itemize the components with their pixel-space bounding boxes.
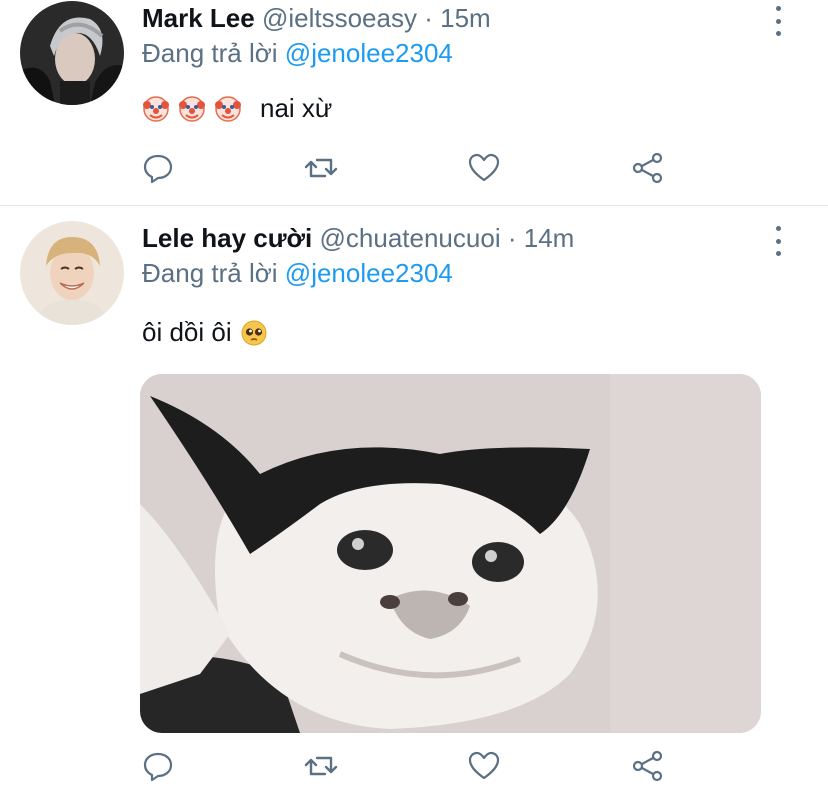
replying-to: Đang trả lời @jenolee2304 [142, 38, 453, 69]
share-icon[interactable] [628, 746, 668, 786]
replying-to: Đang trả lời @jenolee2304 [142, 258, 453, 289]
replying-to-label: Đang trả lời [142, 258, 278, 288]
tweet-text: ôi dồi ôi [142, 317, 276, 348]
tweet[interactable]: Mark Lee @ieltssoeasy · 15m Đang trả lời… [0, 0, 828, 206]
share-icon[interactable] [628, 148, 668, 188]
clown-face-emoji [178, 95, 206, 123]
replying-to-label: Đang trả lời [142, 38, 278, 68]
display-name[interactable]: Mark Lee [142, 3, 255, 33]
user-handle[interactable]: @chuatenucuoi [320, 223, 501, 253]
pleading-face-emoji [240, 319, 268, 347]
reply-icon[interactable] [138, 746, 178, 786]
timestamp[interactable]: 15m [440, 3, 491, 33]
clown-face-emoji [214, 95, 242, 123]
mention-link[interactable]: @jenolee2304 [285, 38, 453, 68]
tweet[interactable]: Lele hay cười @chuatenucuoi · 14m Đang t… [0, 206, 828, 787]
avatar[interactable] [20, 221, 124, 325]
display-name[interactable]: Lele hay cười [142, 223, 312, 253]
mention-link[interactable]: @jenolee2304 [285, 258, 453, 288]
tweet-text-content: nai xừ [260, 93, 333, 123]
crying-cat-photo[interactable] [140, 374, 761, 733]
separator-dot: · [424, 3, 433, 33]
tweet-header: Mark Lee @ieltssoeasy · 15m [142, 3, 491, 34]
timestamp[interactable]: 14m [524, 223, 575, 253]
tweet-text-content: ôi dồi ôi [142, 317, 232, 347]
tweet-actions [140, 148, 700, 188]
like-icon[interactable] [464, 148, 504, 188]
user-handle[interactable]: @ieltssoeasy [262, 3, 417, 33]
separator-dot: · [507, 223, 517, 253]
tweet-text: nai xừ [142, 93, 332, 124]
more-icon[interactable] [768, 226, 788, 256]
retweet-icon[interactable] [301, 746, 341, 786]
more-icon[interactable] [768, 6, 788, 36]
clown-face-emoji [142, 95, 170, 123]
retweet-icon[interactable] [301, 148, 341, 188]
avatar[interactable] [20, 1, 124, 105]
tweet-actions [140, 746, 700, 786]
reply-icon[interactable] [138, 148, 178, 188]
tweet-header: Lele hay cười @chuatenucuoi · 14m [142, 223, 574, 254]
like-icon[interactable] [464, 746, 504, 786]
